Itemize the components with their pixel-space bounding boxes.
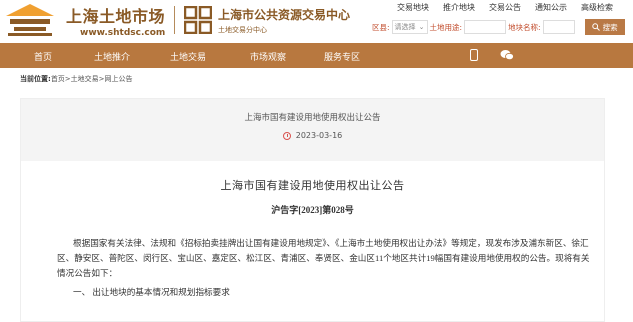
plot-name-label: 地块名称: — [508, 22, 541, 32]
notice-header-title: 上海市国有建设用地使用权出让公告 — [244, 113, 381, 123]
breadcrumb-label: 当前位置: — [20, 75, 51, 83]
toplink-trading-plots[interactable]: 交易地块 — [397, 2, 429, 13]
toplink-promoted-plots[interactable]: 推介地块 — [443, 2, 475, 13]
toplink-trading-notices[interactable]: 交易公告 — [489, 2, 521, 13]
notice-date: 2023-03-16 — [295, 131, 343, 140]
exchange-center-title: 上海市公共资源交易中心 — [218, 8, 351, 22]
top-links: 交易地块 推介地块 交易公告 通知公示 高级检索 — [397, 2, 613, 13]
nav-item-market-watch[interactable]: 市场观察 — [250, 50, 286, 63]
toplink-advanced-search[interactable]: 高级检索 — [581, 2, 613, 13]
search-bar: 区县: 请选择 ⌄ 土地用途: 地块名称: 搜索 — [372, 19, 625, 35]
land-use-label: 土地用途: — [429, 22, 463, 32]
region-select[interactable]: 请选择 ⌄ — [391, 20, 428, 34]
exchange-center-block[interactable]: 上海市公共资源交易中心 土地交易分中心 — [218, 6, 350, 35]
search-button-label: 搜索 — [602, 22, 618, 32]
brand-title: 上海土地市场 — [66, 7, 166, 26]
nav-item-service-zone[interactable]: 服务专区 — [324, 50, 360, 63]
notice-date-row: 2023-03-16 — [21, 131, 604, 140]
brand-block[interactable]: 上海土地市场 www.shtdsc.com — [66, 3, 165, 38]
breadcrumb-path[interactable]: 首页>土地交易>网上公告 — [51, 75, 133, 83]
site-logo-icon[interactable] — [4, 2, 56, 38]
region-select-value: 请选择 — [394, 23, 416, 31]
plot-name-input[interactable] — [542, 20, 575, 34]
nav-item-home[interactable]: 首页 — [34, 50, 52, 63]
site-header: 上海土地市场 www.shtdsc.com 上海市公共资源交易中心 土地交易分中… — [0, 0, 633, 43]
document-body: 根据国家有关法律、法规和《招标拍卖挂牌出让国有建设用地规定》、《上海市土地使用权… — [21, 236, 604, 300]
exchange-logo-icon[interactable] — [184, 6, 212, 34]
document-title: 上海市国有建设用地使用权出让公告 — [220, 179, 405, 192]
document-number: 沪告字[2023]第028号 — [271, 205, 354, 215]
notice-header: 上海市国有建设用地使用权出让公告 2023-03-16 — [21, 99, 604, 161]
clock-icon — [282, 131, 291, 140]
document-section-heading: 一、 出让地块的基本情况和规划指标要求 — [73, 287, 230, 297]
land-use-input[interactable] — [464, 20, 507, 34]
breadcrumb: 当前位置:首页>土地交易>网上公告 — [20, 74, 133, 84]
search-icon — [591, 23, 600, 31]
region-label: 区县: — [372, 22, 390, 32]
toplink-notifications[interactable]: 通知公示 — [535, 2, 567, 13]
notice-panel: 上海市国有建设用地使用权出让公告 2023-03-16 上海市国有建设用地使用权… — [20, 98, 605, 322]
brand-url: www.shtdsc.com — [80, 28, 166, 38]
exchange-center-subtitle: 土地交易分中心 — [218, 26, 267, 34]
chevron-down-icon: ⌄ — [418, 23, 425, 31]
main-nav: 首页 土地推介 土地交易 市场观察 服务专区 — [0, 43, 633, 68]
wechat-icon[interactable] — [500, 49, 514, 61]
document-paragraph: 根据国家有关法律、法规和《招标拍卖挂牌出让国有建设用地规定》、《上海市土地使用权… — [57, 238, 590, 278]
search-button[interactable]: 搜索 — [584, 19, 625, 35]
nav-item-land-promotion[interactable]: 土地推介 — [94, 50, 130, 63]
header-divider — [174, 6, 175, 34]
mobile-icon[interactable] — [470, 49, 478, 61]
nav-item-land-trading[interactable]: 土地交易 — [170, 50, 206, 63]
